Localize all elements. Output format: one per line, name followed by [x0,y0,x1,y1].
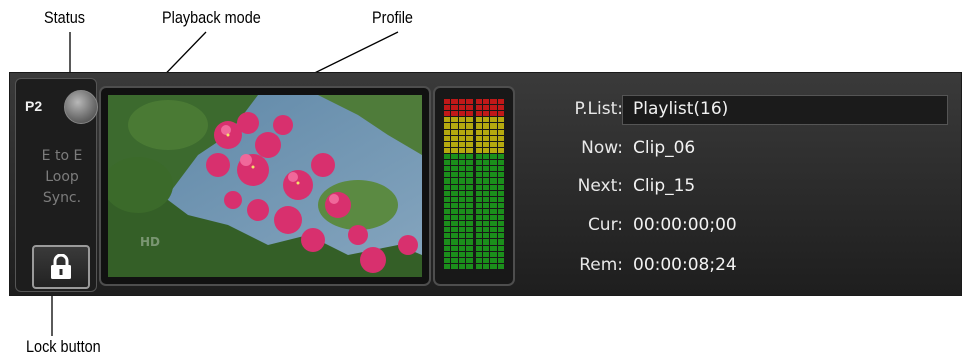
padlock-icon [51,254,71,279]
now-label: Now: [581,138,623,158]
next-label: Next: [577,176,623,196]
rem-row: Rem: 00:00:08;24 [525,253,961,277]
rem-value: 00:00:08;24 [633,255,737,275]
cur-row: Cur: 00:00:00;00 [525,213,961,237]
cur-value: 00:00:00;00 [633,215,737,235]
video-thumbnail [108,95,422,277]
playback-mode-list[interactable]: E to E Loop Sync. [27,146,97,209]
audio-level-meter [444,99,504,269]
lock-button[interactable] [32,245,90,289]
video-preview-frame: HD [99,86,431,286]
playlist-value: Playlist(16) [633,99,729,119]
next-value: Clip_15 [633,176,696,196]
channel-panel: P2 E to E Loop Sync. HD P.List: Playlist… [9,72,962,296]
callout-lock-button: Lock button [26,337,101,356]
status-indicator[interactable] [64,90,98,124]
callout-playback-mode: Playback mode [162,8,261,27]
audio-meter-channel [475,99,504,269]
video-preview[interactable]: HD [108,95,422,277]
playback-mode-loop[interactable]: Loop [27,167,97,188]
audio-meter-channel [444,99,473,269]
playback-mode-e-to-e[interactable]: E to E [27,146,97,167]
channel-control-column: P2 E to E Loop Sync. [15,78,98,292]
now-value: Clip_06 [633,138,696,158]
playlist-row: P.List: Playlist(16) [525,95,961,125]
hd-badge: HD [140,235,161,249]
now-row: Now: Clip_06 [525,136,961,160]
playlist-label: P.List: [574,99,623,119]
playback-mode-sync[interactable]: Sync. [27,188,97,209]
next-row: Next: Clip_15 [525,174,961,198]
cur-label: Cur: [587,215,623,235]
channel-name: P2 [25,98,43,114]
audio-meter-frame [433,86,515,286]
rem-label: Rem: [579,255,623,275]
callout-status: Status [44,8,85,27]
callout-profile: Profile [372,8,413,27]
